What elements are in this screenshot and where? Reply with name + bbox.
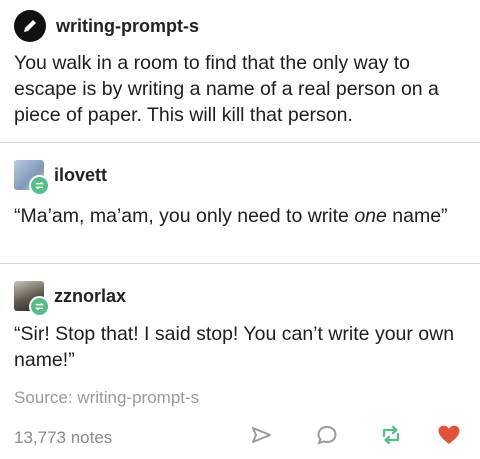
reblog-text-part: name” [386,205,448,227]
reblog-icon[interactable] [376,420,406,450]
divider [0,263,480,264]
reblog-header-zznorlax: zznorlax [14,281,126,317]
reblog-text-ilovett: “Ma’am, ma’am, you only need to write on… [14,203,466,229]
original-post-text: You walk in a room to find that the only… [14,52,439,126]
share-icon[interactable] [246,420,276,450]
avatar[interactable] [14,281,50,317]
avatar[interactable] [14,160,50,196]
reply-icon[interactable] [312,420,342,450]
reblog-username-zznorlax[interactable]: zznorlax [54,286,126,307]
heart-icon[interactable] [434,420,464,450]
reblog-badge-icon [29,175,50,196]
source-link[interactable]: Source: writing-prompt-s [14,388,199,408]
pencil-icon[interactable] [14,10,46,42]
reblog-text-zznorlax: “Sir! Stop that! I said stop! You can’t … [14,323,455,371]
reblog-text-part: “Ma’am, ma’am, you only need to write [14,205,355,227]
original-post-header: writing-prompt-s [14,10,199,42]
reblog-text-emphasis: one [354,205,387,227]
original-post-username[interactable]: writing-prompt-s [56,16,199,37]
divider [0,142,480,143]
reblog-username-ilovett[interactable]: ilovett [54,165,107,186]
reblog-badge-icon [29,296,50,317]
notes-count[interactable]: 13,773 notes [14,428,112,448]
reblog-header-ilovett: ilovett [14,160,107,196]
